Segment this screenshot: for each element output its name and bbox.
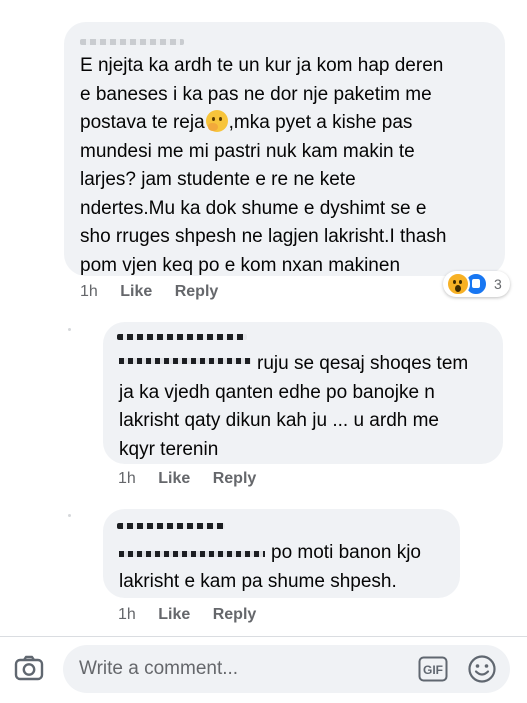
thread-connector (68, 514, 71, 517)
reply-button[interactable]: Reply (213, 606, 257, 624)
composer-divider (0, 636, 527, 637)
comment-bubble: E njejta ka ardh te un kur ja kom hap de… (64, 22, 505, 276)
reply-button[interactable]: Reply (213, 470, 257, 488)
reply-text: ruju se qesaj shoqes tem ja ka vjedh qan… (119, 353, 469, 460)
reply-button[interactable]: Reply (175, 283, 219, 301)
reply-text: po moti banon kjo lakrisht e kam pa shum… (119, 542, 421, 592)
comment-actions: 1h Like Reply (80, 283, 236, 301)
reply-bubble: ruju se qesaj shoqes tem ja ka vjedh qan… (103, 322, 503, 464)
gif-icon[interactable]: GIF (418, 656, 448, 682)
wow-reaction-icon (446, 272, 470, 296)
like-button[interactable]: Like (158, 606, 190, 624)
comment-text: E njejta ka ardh te un kur ja kom hap de… (80, 55, 447, 276)
reply-timestamp[interactable]: 1h (118, 470, 136, 488)
reaction-summary[interactable]: 3 (443, 271, 510, 297)
reply-bubble: po moti banon kjo lakrisht e kam pa shum… (103, 509, 460, 598)
like-button[interactable]: Like (158, 470, 190, 488)
thinking-face-icon (205, 110, 228, 132)
comment-thread: E njejta ka ardh te un kur ja kom hap de… (0, 0, 527, 703)
comment-composer[interactable]: Write a comment... GIF (63, 645, 510, 693)
svg-text:GIF: GIF (423, 663, 443, 677)
emoji-picker-icon[interactable] (467, 654, 497, 684)
redacted-author-name[interactable] (117, 334, 247, 340)
reply-actions: 1h Like Reply (118, 606, 274, 624)
like-button[interactable]: Like (120, 283, 152, 301)
redacted-author-name[interactable] (117, 523, 225, 529)
thread-connector (68, 328, 71, 331)
comment-input-placeholder[interactable]: Write a comment... (79, 658, 238, 680)
redacted-author-name[interactable] (80, 39, 184, 45)
reaction-count: 3 (494, 276, 502, 292)
reply-actions: 1h Like Reply (118, 470, 274, 488)
camera-icon[interactable] (14, 655, 44, 681)
comment-timestamp[interactable]: 1h (80, 283, 98, 301)
reply-timestamp[interactable]: 1h (118, 606, 136, 624)
